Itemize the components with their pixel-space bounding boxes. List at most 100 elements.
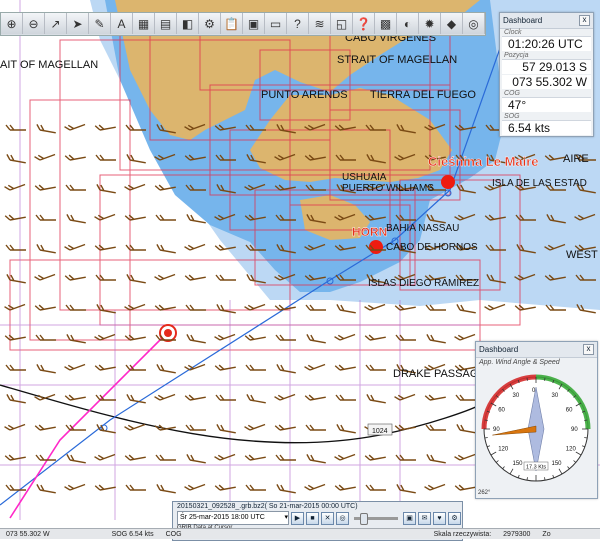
wind-barb bbox=[216, 304, 236, 314]
gauge-label: 30 bbox=[552, 393, 559, 399]
wind-barb bbox=[184, 483, 206, 491]
wind-barb bbox=[334, 484, 356, 491]
wind-barb bbox=[214, 364, 236, 371]
life-ring-icon[interactable]: ◎ bbox=[463, 13, 485, 34]
wind-barb bbox=[94, 244, 116, 251]
gauge-tick bbox=[544, 377, 546, 381]
dashboard-panel-wind[interactable]: Dashboard x App. Wind Angle & Speed 0 30 6… bbox=[475, 341, 598, 499]
wind-barb bbox=[66, 454, 86, 464]
wind-barb bbox=[275, 454, 296, 461]
wind-barb bbox=[154, 304, 176, 311]
wind-barb bbox=[245, 364, 266, 371]
chart-icon[interactable]: ▦ bbox=[133, 13, 155, 34]
dashboard-title: Dashboard bbox=[503, 16, 543, 25]
wind-barb bbox=[425, 304, 446, 311]
text-A-icon[interactable]: A bbox=[111, 13, 133, 34]
wind-gauge: 0306090120150180150120906030 17.3 Kts 26… bbox=[478, 374, 591, 496]
wind-barb bbox=[215, 274, 236, 281]
settings-icon[interactable]: ⚙ bbox=[199, 13, 221, 34]
clipboard-icon[interactable]: 📋 bbox=[221, 13, 243, 34]
wind-barb bbox=[126, 154, 146, 164]
wind-barb bbox=[244, 423, 266, 431]
wind-barb bbox=[125, 244, 146, 251]
close-icon[interactable]: x bbox=[583, 344, 594, 355]
status-zoom: Zo bbox=[542, 530, 551, 538]
wind-barb bbox=[36, 364, 56, 374]
wind-barb bbox=[244, 334, 266, 341]
wind-barb bbox=[425, 424, 446, 431]
chart-2-icon[interactable]: ◱ bbox=[331, 13, 353, 34]
wind-barb bbox=[34, 273, 56, 281]
gauge-label: 30 bbox=[513, 393, 520, 399]
wind-barb bbox=[5, 124, 26, 131]
gallery-icon[interactable]: ▩ bbox=[375, 13, 397, 34]
wind-barb bbox=[4, 423, 26, 431]
tide-icon[interactable]: ≋ bbox=[309, 13, 331, 34]
grid-icon[interactable]: ▤ bbox=[155, 13, 177, 34]
wind-barb bbox=[365, 364, 386, 371]
wind-barb bbox=[154, 273, 176, 281]
wind-barb bbox=[456, 424, 476, 434]
settings-button[interactable]: ✉ bbox=[418, 511, 431, 525]
monitor-icon[interactable]: ▭ bbox=[265, 13, 287, 34]
wind-barb bbox=[36, 484, 56, 494]
wind-barb bbox=[214, 453, 236, 461]
label-aire: AIRE bbox=[563, 153, 589, 165]
grib-time-slider[interactable] bbox=[354, 512, 398, 525]
request-button[interactable]: ♥ bbox=[433, 511, 446, 525]
grib-time-select[interactable]: Śr 25-mar-2015 18:00 UTC ▾ bbox=[177, 511, 289, 525]
route-icon[interactable]: ↗ bbox=[45, 13, 67, 34]
wind-barb bbox=[394, 424, 416, 431]
close-icon[interactable]: x bbox=[579, 15, 590, 26]
label-west: WEST bbox=[566, 249, 598, 261]
dog-icon[interactable]: ◆ bbox=[441, 13, 463, 34]
pencil-icon[interactable]: ✎ bbox=[89, 13, 111, 34]
wind-barb bbox=[94, 484, 116, 491]
zoom-out-icon[interactable]: ⊖ bbox=[23, 13, 45, 34]
wind-barb bbox=[455, 394, 476, 401]
gear-icon[interactable]: ✹ bbox=[419, 13, 441, 34]
wind-barb bbox=[334, 364, 356, 371]
stop-button[interactable]: ■ bbox=[306, 511, 319, 525]
layers-icon[interactable]: ◧ bbox=[177, 13, 199, 34]
zoom-in-icon[interactable]: ⊕ bbox=[1, 13, 23, 34]
expand-button[interactable]: ✕ bbox=[321, 511, 334, 525]
wind-barb bbox=[395, 454, 416, 461]
help-chart-icon[interactable]: ? bbox=[287, 13, 309, 34]
wind-barb bbox=[305, 304, 326, 311]
wind-barb bbox=[34, 184, 56, 191]
gauge-label: 90 bbox=[493, 427, 500, 433]
question-icon[interactable]: ❓ bbox=[353, 13, 375, 34]
wind-barb bbox=[124, 214, 146, 221]
wind-barb bbox=[64, 363, 86, 371]
wind-barb bbox=[64, 243, 86, 251]
wind-barb bbox=[424, 394, 446, 401]
wind-barb bbox=[275, 334, 296, 341]
dashboard-icon[interactable]: ▣ bbox=[243, 13, 265, 34]
wind-barb bbox=[6, 394, 26, 404]
sog-value: 6.54 kts bbox=[502, 121, 591, 135]
wind-barb bbox=[5, 244, 26, 251]
gauge-label: 90 bbox=[571, 427, 578, 433]
status-bar: 073 55.302 W SOG 6.54 kts COG Skala rzec… bbox=[0, 528, 600, 539]
zoom-button[interactable]: ◎ bbox=[336, 511, 349, 525]
wind-barb bbox=[244, 454, 266, 461]
status-scale-label: Skala rzeczywista: bbox=[433, 530, 492, 538]
gauge-tick bbox=[584, 419, 588, 421]
photo-icon[interactable]: ◐ bbox=[397, 13, 419, 34]
status-sog: SOG 6.54 kts bbox=[111, 530, 154, 538]
wind-barb bbox=[125, 484, 146, 491]
ship-icon[interactable]: ➤ bbox=[67, 13, 89, 34]
wind-barb bbox=[64, 274, 86, 281]
wind-barb bbox=[276, 364, 296, 374]
wind-barb bbox=[94, 364, 116, 371]
gear-button[interactable]: ⚙ bbox=[448, 511, 461, 525]
play-button[interactable]: ▶ bbox=[291, 511, 304, 525]
wind-barb bbox=[36, 124, 56, 134]
gauge-tick bbox=[584, 437, 588, 439]
wind-barb bbox=[394, 393, 416, 401]
dashboard-panel-top[interactable]: Dashboard x Clock 01:20:26 UTC Pozycja 5… bbox=[499, 12, 594, 137]
open-file-button[interactable]: ▣ bbox=[403, 511, 416, 525]
wind-barb bbox=[34, 304, 56, 311]
wind-barb bbox=[276, 484, 296, 494]
